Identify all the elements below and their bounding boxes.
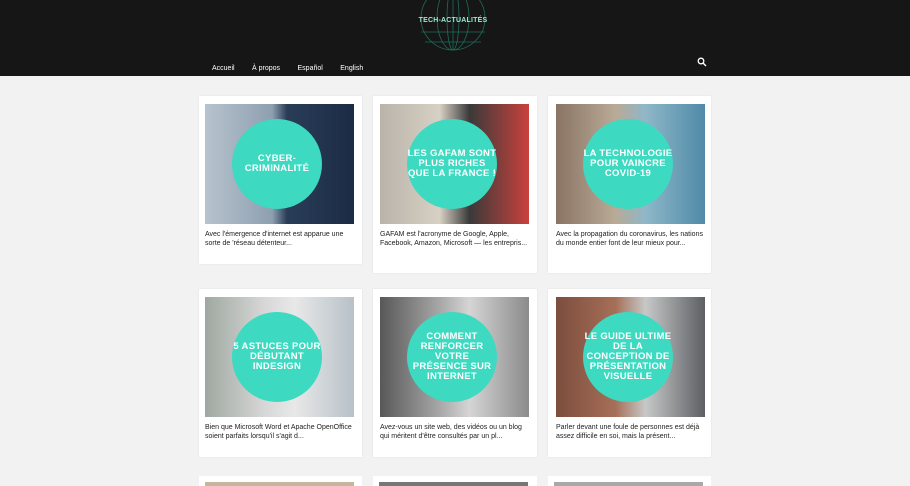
- article-card[interactable]: LE GUIDE ULTIME DE LA CONCEPTION DE PRÉS…: [548, 289, 711, 457]
- article-card[interactable]: 5 ASTUCES POUR DÉBUTANT INDESIGN Bien qu…: [199, 289, 362, 457]
- article-excerpt: Avez-vous un site web, des vidéos ou un …: [380, 424, 522, 440]
- article-thumbnail[interactable]: [205, 482, 354, 486]
- article-thumbnail[interactable]: LES GAFAM SONT PLUS RICHES QUE LA FRANCE…: [380, 104, 529, 224]
- article-title[interactable]: 5 ASTUCES POUR DÉBUTANT INDESIGN: [232, 312, 322, 402]
- nav-item-a-propos[interactable]: À propos: [252, 65, 280, 72]
- article-thumbnail[interactable]: CYBER- CRIMINALITÉ: [205, 104, 354, 224]
- nav-item-espanol[interactable]: Español: [298, 65, 323, 72]
- article-card-partial[interactable]: [373, 476, 537, 486]
- article-card[interactable]: LA TECHNOLOGIE POUR VAINCRE COVID-19 Ave…: [548, 96, 711, 273]
- site-logo[interactable]: TECH-ACTUALITÉS: [415, 0, 491, 52]
- main-nav: Accueil À propos Español English: [212, 57, 376, 75]
- article-title[interactable]: LA TECHNOLOGIE POUR VAINCRE COVID-19: [583, 119, 673, 209]
- article-title[interactable]: COMMENT RENFORCER VOTRE PRÉSENCE SUR INT…: [407, 312, 497, 402]
- globe-icon: [420, 0, 486, 51]
- article-excerpt: Avec l'émergence d'internet est apparue …: [205, 231, 344, 247]
- article-thumbnail[interactable]: 5 ASTUCES POUR DÉBUTANT INDESIGN: [205, 297, 354, 417]
- search-icon[interactable]: [697, 57, 707, 67]
- article-card[interactable]: LES GAFAM SONT PLUS RICHES QUE LA FRANCE…: [373, 96, 537, 273]
- article-thumbnail[interactable]: LA TECHNOLOGIE POUR VAINCRE COVID-19: [556, 104, 705, 224]
- article-excerpt: Avec la propagation du coronavirus, les …: [556, 231, 703, 247]
- logo-text: TECH-ACTUALITÉS: [418, 17, 488, 24]
- article-excerpt: GAFAM est l'acronyme de Google, Apple, F…: [380, 231, 528, 247]
- article-thumbnail[interactable]: COMMENT RENFORCER VOTRE PRÉSENCE SUR INT…: [380, 297, 529, 417]
- article-card[interactable]: CYBER- CRIMINALITÉ Avec l'émergence d'in…: [199, 96, 362, 264]
- article-excerpt: Parler devant une foule de personnes est…: [556, 424, 700, 440]
- article-title[interactable]: CYBER- CRIMINALITÉ: [232, 119, 322, 209]
- nav-item-accueil[interactable]: Accueil: [212, 65, 235, 72]
- article-card[interactable]: COMMENT RENFORCER VOTRE PRÉSENCE SUR INT…: [373, 289, 537, 457]
- article-title[interactable]: LE GUIDE ULTIME DE LA CONCEPTION DE PRÉS…: [583, 312, 673, 402]
- article-excerpt: Bien que Microsoft Word et Apache OpenOf…: [205, 424, 352, 440]
- article-thumbnail[interactable]: [379, 482, 528, 486]
- site-header: TECH-ACTUALITÉS Accueil À propos Español…: [0, 0, 910, 76]
- article-card-partial[interactable]: [548, 476, 711, 486]
- nav-item-english[interactable]: English: [340, 65, 363, 72]
- article-title[interactable]: LES GAFAM SONT PLUS RICHES QUE LA FRANCE…: [407, 119, 497, 209]
- article-card-partial[interactable]: [199, 476, 362, 486]
- article-thumbnail[interactable]: [554, 482, 703, 486]
- article-thumbnail[interactable]: LE GUIDE ULTIME DE LA CONCEPTION DE PRÉS…: [556, 297, 705, 417]
